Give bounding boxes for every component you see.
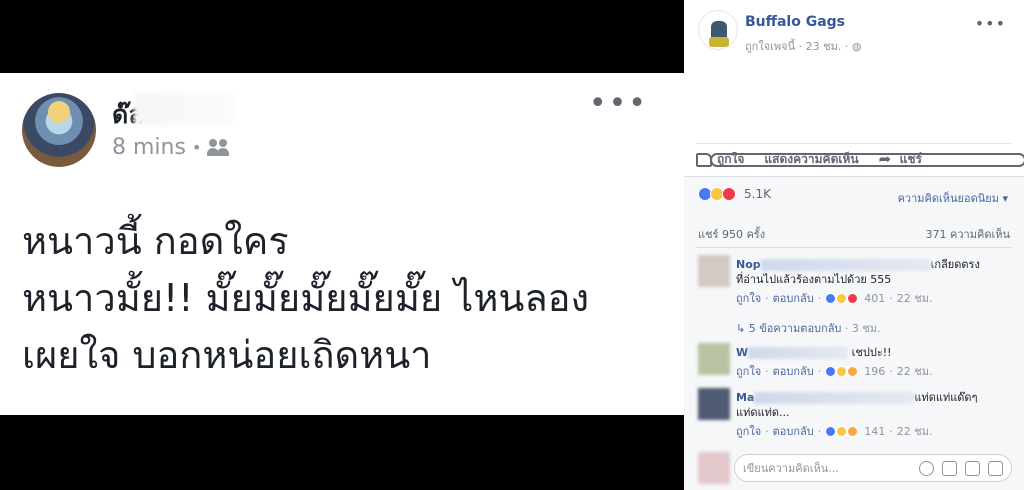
comment-text-line2: ที่อ่านไปแล้วร้องตามไปด้วย 555 [736, 273, 892, 286]
comment-input[interactable]: เขียนความคิดเห็น... [743, 459, 919, 477]
share-count[interactable]: แชร์ 950 ครั้ง [698, 225, 765, 243]
share-icon [879, 150, 895, 168]
comment-time[interactable]: 22 ชม. [897, 291, 933, 306]
comment-author[interactable]: Ma [736, 391, 754, 404]
comment-time[interactable]: 22 ชม. [897, 364, 933, 379]
commenter-avatar[interactable] [698, 388, 730, 420]
blurred-name [134, 93, 234, 125]
comment-reaction-count[interactable]: 141 [864, 424, 885, 439]
comment-count[interactable]: 371 ความคิดเห็น [926, 225, 1011, 243]
gif-icon[interactable] [965, 460, 980, 476]
emoji-icon[interactable] [919, 460, 934, 476]
like-reaction-icon [825, 293, 837, 304]
post-time: 8 mins [112, 135, 186, 160]
like-reaction-icon [825, 366, 837, 377]
haha-reaction-icon [836, 366, 848, 377]
comment-body: W เชปปะ!! ถูกใจ · ตอบกลับ · 196 · 22 ชม. [736, 345, 1012, 379]
view-replies-link[interactable]: ↳ 5 ข้อความตอบกลับ · 3 ชม. [736, 319, 881, 337]
sticker-icon[interactable] [988, 460, 1003, 476]
globe-icon: ◍ [851, 40, 862, 53]
replies-time: 3 ชม. [851, 322, 881, 335]
comment-author[interactable]: W [736, 346, 748, 359]
comment-reply-button[interactable]: ตอบกลับ [773, 364, 814, 379]
separator-dot: · [844, 40, 852, 53]
comment-actions: ถูกใจ · ตอบกลับ · 401 · 22 ชม. [736, 291, 933, 306]
reaction-count: 5.1K [744, 187, 771, 201]
comment-actions: ถูกใจ · ตอบกลับ · 196 · 22 ชม. [736, 364, 933, 379]
more-options-icon: ••• [588, 86, 648, 121]
page-time[interactable]: 23 ชม. [806, 40, 842, 53]
commenter-avatar[interactable] [698, 255, 730, 287]
my-avatar [698, 452, 730, 484]
comment-body: Nop เกลียดตรง ที่อ่านไปแล้วร้องตามไปด้วย … [736, 257, 1012, 306]
comment-reply-button[interactable]: ตอบกลับ [773, 291, 814, 306]
post-meta: 8 mins • [112, 135, 231, 160]
wow-reaction-icon [847, 366, 859, 377]
comment-like-button[interactable]: ถูกใจ [736, 291, 761, 306]
comment-body: Ma แท่ดแท่แด๊ดๆ แท่ดแท่ด... ถูกใจ · ตอบกลั… [736, 390, 1012, 439]
comment-item: Ma แท่ดแท่แด๊ดๆ แท่ดแท่ด... ถูกใจ · ตอบกลั… [698, 388, 1014, 444]
comment-item: Nop เกลียดตรง ที่อ่านไปแล้วร้องตามไปด้วย … [698, 255, 1014, 315]
replies-label: 5 ข้อความตอบกลับ [748, 322, 842, 335]
page-liked-label[interactable]: ถูกใจเพจนี้ [745, 40, 795, 53]
page-meta: ถูกใจเพจนี้ · 23 ชม. · ◍ [745, 37, 861, 55]
divider [696, 247, 1012, 248]
commenter-avatar[interactable] [698, 343, 730, 375]
page-avatar[interactable] [698, 10, 738, 50]
comment-author[interactable]: Nop [736, 258, 761, 271]
reaction-summary[interactable]: 5.1K [698, 187, 771, 201]
comment-reaction-count[interactable]: 401 [864, 291, 885, 306]
camera-icon[interactable] [942, 460, 957, 476]
blurred-text [760, 259, 931, 271]
comment-time[interactable]: 22 ชม. [897, 424, 933, 439]
comment-button[interactable]: แสดงความคิดเห็น [710, 150, 1024, 169]
comment-text: แท่ดแท่แด๊ดๆ [914, 391, 978, 404]
comment-text: เชปปะ!! [851, 346, 892, 359]
separator-dot: · [798, 40, 806, 53]
comment-icon [710, 152, 1024, 167]
share-comment-counts: แชร์ 950 ครั้ง 371 ความคิดเห็น [698, 225, 1010, 243]
action-bar: ถูกใจ แสดงความคิดเห็น แชร์ [696, 143, 1024, 169]
like-reaction-icon [825, 426, 837, 437]
post-text: หนาวนี้ กอดใคร หนาวมั้ย!! มั๊ยมั๊ยมั๊ยมั… [22, 219, 590, 377]
comment-like-button[interactable]: ถูกใจ [736, 424, 761, 439]
blurred-text [748, 347, 849, 359]
comment-text-line2: แท่ดแท่ด... [736, 406, 790, 419]
comment-text: เกลียดตรง [930, 258, 980, 271]
comment-reply-button[interactable]: ตอบกลับ [773, 424, 814, 439]
comment-actions: ถูกใจ · ตอบกลับ · 141 · 22 ชม. [736, 424, 933, 439]
comment-sort-dropdown[interactable]: ความคิดเห็นยอดนิยม ▾ [898, 189, 1008, 207]
wow-reaction-icon [847, 426, 859, 437]
haha-reaction-icon [836, 293, 848, 304]
comment-like-button[interactable]: ถูกใจ [736, 364, 761, 379]
comment-composer[interactable]: เขียนความคิดเห็น... [734, 454, 1012, 482]
composer-icons [919, 460, 1003, 476]
reply-arrow-icon: ↳ [736, 322, 749, 335]
love-reaction-icon [722, 187, 736, 201]
blurred-text [754, 392, 915, 404]
love-reaction-icon [847, 293, 859, 304]
more-options-icon[interactable]: ••• [975, 14, 1006, 33]
comment-item: W เชปปะ!! ถูกใจ · ตอบกลับ · 196 · 22 ชม. [698, 343, 1014, 383]
screenshot-card: ด๊ล 8 mins • ••• หนาวนี้ กอดใคร หนาวมั้ย… [0, 73, 684, 415]
author-avatar [22, 93, 96, 167]
friends-icon [207, 138, 231, 157]
comment-reaction-count[interactable]: 196 [864, 364, 885, 379]
haha-reaction-icon [836, 426, 848, 437]
post-image[interactable]: ด๊ล 8 mins • ••• หนาวนี้ กอดใคร หนาวมั้ย… [0, 0, 684, 490]
page-name[interactable]: Buffalo Gags [745, 14, 845, 30]
separator-dot: • [191, 138, 202, 157]
side-panel: Buffalo Gags ถูกใจเพจนี้ · 23 ชม. · ◍ ••… [684, 0, 1024, 490]
